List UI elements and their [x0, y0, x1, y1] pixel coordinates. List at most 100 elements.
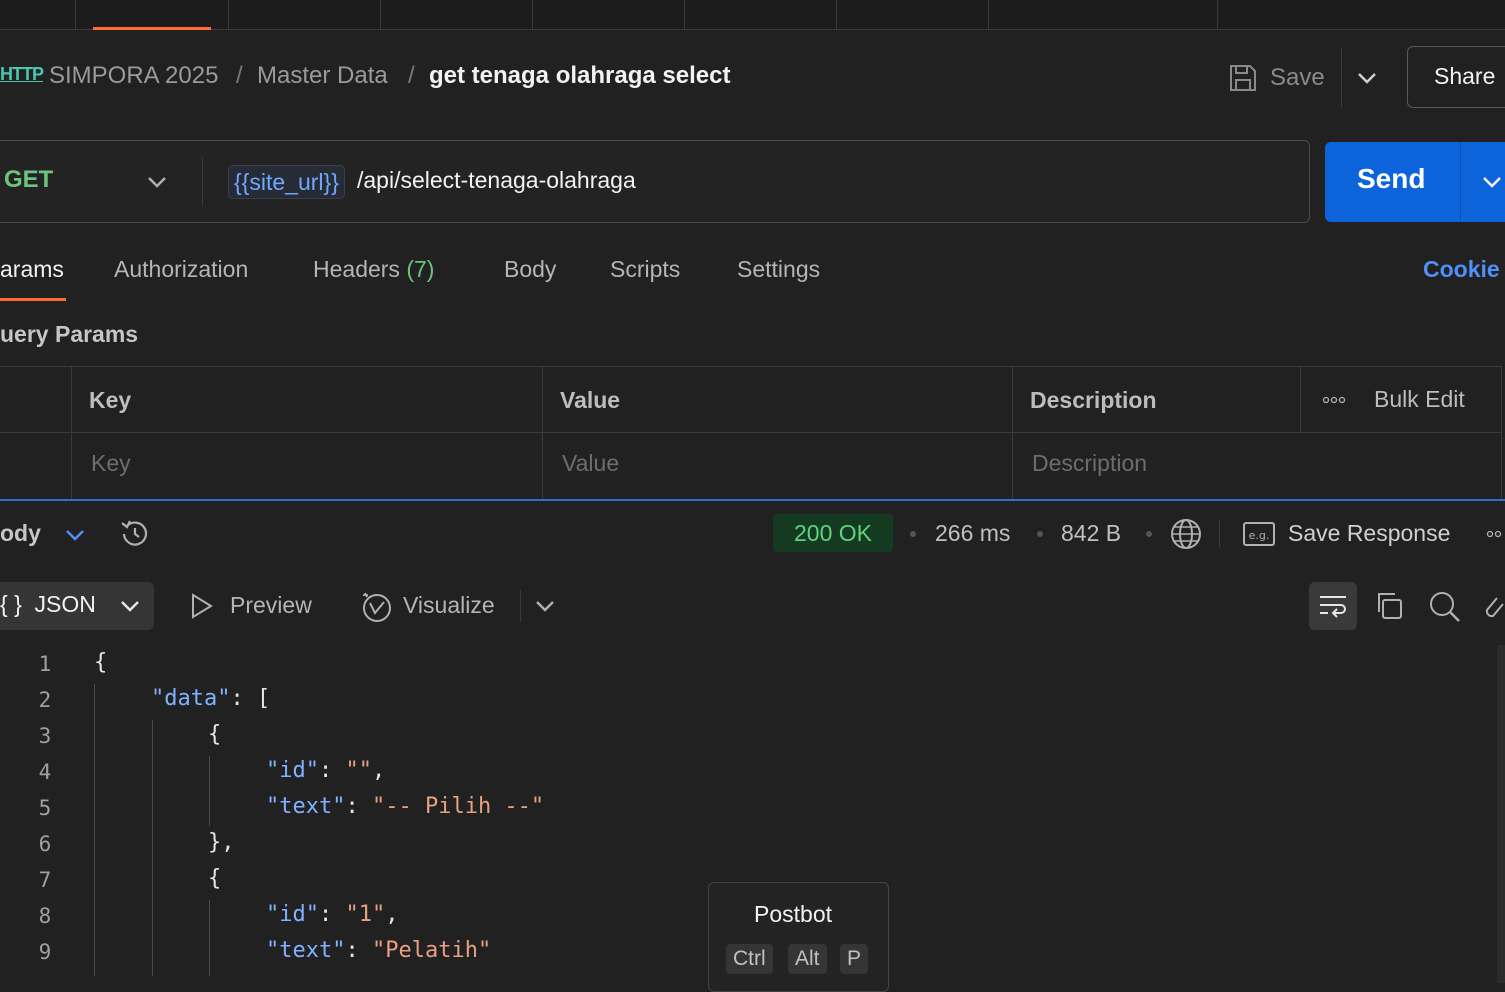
- line-number: 2: [38, 688, 52, 712]
- visualize-button[interactable]: Visualize: [403, 592, 495, 619]
- param-description-input[interactable]: Description: [1032, 450, 1147, 477]
- url-input[interactable]: /api/select-tenaga-olahraga: [357, 167, 636, 194]
- line-number: 7: [38, 868, 52, 892]
- response-size[interactable]: 842 B: [1061, 520, 1121, 547]
- line-number: 3: [38, 724, 52, 748]
- separator-dot: [910, 531, 916, 537]
- line-number: 4: [38, 760, 52, 784]
- table-column-divider: [1012, 366, 1013, 500]
- save-response-button[interactable]: Save Response: [1288, 520, 1450, 547]
- breadcrumb-separator: /: [408, 62, 415, 89]
- json-punct: : [: [230, 686, 271, 711]
- code-line: {: [208, 866, 222, 891]
- separator-dot: [1146, 531, 1152, 537]
- json-punct: :: [318, 758, 346, 783]
- indent-guide: [152, 720, 153, 976]
- code-line: "data": [: [151, 686, 270, 711]
- json-string: "1": [345, 902, 386, 927]
- column-header-value: Value: [560, 387, 621, 413]
- chevron-down-icon[interactable]: [1356, 70, 1378, 86]
- svg-text:e.g.: e.g.: [1249, 529, 1270, 542]
- copy-icon[interactable]: [1373, 590, 1405, 622]
- url-bar: [0, 140, 1310, 223]
- indent-guide: [209, 900, 210, 976]
- table-column-divider: [1300, 366, 1301, 433]
- response-time[interactable]: 266 ms: [935, 520, 1010, 547]
- tab-divider: [532, 0, 533, 29]
- play-icon[interactable]: [188, 591, 216, 621]
- chevron-down-icon[interactable]: [146, 174, 168, 190]
- postbot-tooltip[interactable]: [708, 882, 889, 992]
- url-variable[interactable]: {{site_url}}: [228, 165, 345, 199]
- code-line: {: [94, 650, 108, 675]
- param-value-input[interactable]: Value: [562, 450, 619, 477]
- chevron-down-icon[interactable]: [64, 527, 86, 543]
- bulk-edit-button[interactable]: Bulk Edit: [1374, 386, 1465, 413]
- shortcut-key: P: [840, 944, 869, 974]
- method-select[interactable]: GET: [4, 166, 53, 194]
- column-header-key: Key: [89, 387, 132, 413]
- tab-strip: [0, 0, 1505, 30]
- pane-divider[interactable]: [0, 499, 1505, 501]
- tab-divider: [75, 0, 76, 29]
- chevron-down-icon[interactable]: [119, 598, 141, 614]
- code-line: },: [208, 830, 235, 855]
- line-number: 6: [38, 832, 52, 856]
- separator-dot: [1037, 531, 1043, 537]
- example-icon[interactable]: e.g.: [1242, 520, 1276, 548]
- tab-scripts[interactable]: Scripts: [610, 256, 680, 283]
- tab-params[interactable]: arams: [0, 256, 64, 283]
- request-name[interactable]: get tenaga olahraga select: [429, 62, 730, 90]
- divider: [202, 158, 203, 206]
- breadcrumb-collection[interactable]: SIMPORA 2025: [49, 62, 218, 90]
- status-badge[interactable]: 200 OK: [773, 514, 893, 552]
- share-button[interactable]: Share: [1407, 46, 1505, 108]
- more-options-icon[interactable]: [1486, 529, 1505, 539]
- code-line: {: [208, 722, 222, 747]
- postbot-title: Postbot: [754, 901, 832, 927]
- more-options-icon[interactable]: [1322, 395, 1346, 405]
- active-tab-underline: [0, 298, 66, 301]
- globe-icon[interactable]: [1169, 517, 1203, 551]
- tab-authorization[interactable]: Authorization: [114, 256, 248, 283]
- breadcrumb-folder[interactable]: Master Data: [257, 62, 388, 90]
- chevron-down-icon[interactable]: [1481, 174, 1503, 190]
- json-key: "id": [266, 902, 319, 927]
- divider: [1341, 48, 1342, 108]
- chevron-down-icon[interactable]: [534, 598, 556, 614]
- link-icon[interactable]: [1483, 590, 1505, 624]
- indent-guide: [94, 684, 95, 976]
- query-params-title: uery Params: [0, 321, 139, 347]
- save-button[interactable]: Save: [1228, 60, 1325, 96]
- tab-divider: [836, 0, 837, 29]
- shortcut-key: Ctrl: [726, 944, 773, 974]
- wrap-lines-icon: [1320, 596, 1346, 618]
- param-key-input[interactable]: Key: [91, 450, 131, 477]
- json-punct: :: [345, 938, 372, 963]
- preview-button[interactable]: Preview: [230, 592, 312, 619]
- http-icon: HTTP: [0, 64, 44, 84]
- cookies-link[interactable]: Cookie: [1423, 256, 1500, 283]
- tab-body[interactable]: Body: [504, 256, 556, 283]
- search-icon[interactable]: [1428, 590, 1462, 624]
- send-label[interactable]: Send: [1357, 163, 1425, 195]
- headers-count: (7): [406, 256, 435, 282]
- tab-headers[interactable]: Headers (7): [313, 256, 434, 283]
- json-key: "id": [266, 758, 319, 783]
- json-string: "": [345, 758, 372, 783]
- response-body-tab[interactable]: ody: [0, 520, 41, 547]
- table-column-divider: [542, 366, 543, 500]
- tab-divider: [684, 0, 685, 29]
- column-header-description: Description: [1030, 387, 1157, 413]
- format-select-label: { } JSON: [0, 591, 96, 618]
- visualize-icon[interactable]: [359, 589, 395, 625]
- code-line: "id": "",: [266, 758, 385, 783]
- scrollbar[interactable]: [1497, 645, 1505, 983]
- tab-settings[interactable]: Settings: [737, 256, 820, 283]
- table-column-divider: [71, 366, 72, 500]
- code-line: "id": "1",: [266, 902, 398, 927]
- json-string: "-- Pilih --": [371, 794, 545, 819]
- shortcut-key: Alt: [788, 944, 827, 974]
- history-icon[interactable]: [118, 517, 152, 551]
- tab-headers-label: Headers: [313, 256, 400, 282]
